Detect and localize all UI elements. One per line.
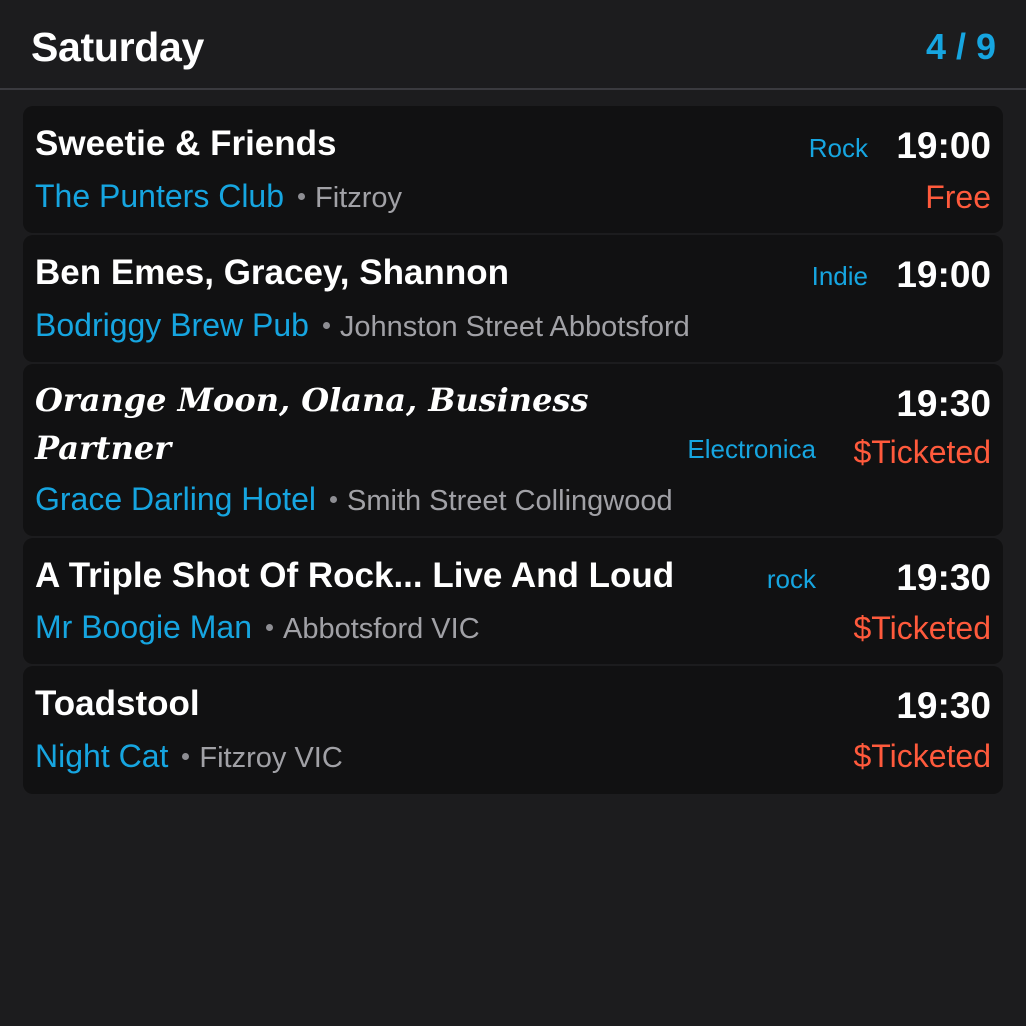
event-time: 19:30 xyxy=(896,383,991,424)
event-list: Sweetie & Friends Rock 19:00 The Punters… xyxy=(23,106,1003,796)
event-card[interactable]: Ben Emes, Gracey, Shannon Indie 19:00 Bo… xyxy=(23,235,1003,362)
event-card[interactable]: Orange Moon, Olana, Business Partner Ele… xyxy=(23,364,1003,536)
event-price: $Ticketed xyxy=(853,610,991,646)
event-price: Free xyxy=(925,179,991,215)
event-venue-line: Mr Boogie Man Abbotsford VIC xyxy=(35,607,480,649)
page-counter: 4 / 9 xyxy=(925,26,996,67)
event-time: 19:00 xyxy=(896,125,991,166)
event-card[interactable]: Sweetie & Friends Rock 19:00 The Punters… xyxy=(23,106,1003,233)
event-location: Abbotsford VIC xyxy=(282,613,480,645)
event-price: $Ticketed xyxy=(853,738,991,774)
event-venue[interactable]: Night Cat xyxy=(35,738,168,774)
event-genre: Indie xyxy=(811,261,868,291)
event-price: $Ticketed xyxy=(853,434,991,470)
event-act-title: Ben Emes, Gracey, Shannon xyxy=(35,253,509,292)
event-location: Smith Street Collingwood xyxy=(347,485,673,517)
event-venue-line: Night Cat Fitzroy VIC xyxy=(35,736,343,778)
event-act-title: Toadstool xyxy=(35,684,200,723)
event-genre: Electronica xyxy=(687,434,816,464)
event-act-title: Orange Moon, Olana, Business Partner xyxy=(35,381,589,467)
event-venue-line: Grace Darling Hotel Smith Street Collingw… xyxy=(35,479,673,521)
separator-dot-icon xyxy=(298,193,306,201)
event-time: 19:30 xyxy=(896,557,991,598)
event-act-title: Sweetie & Friends xyxy=(35,124,337,163)
separator-dot-icon xyxy=(182,753,190,761)
event-time: 19:30 xyxy=(896,685,991,726)
event-time: 19:00 xyxy=(896,254,991,295)
event-card[interactable]: Toadstool 19:30 Night Cat Fitzroy VIC $Ti… xyxy=(23,666,1003,794)
event-venue[interactable]: Mr Boogie Man xyxy=(35,609,252,645)
event-venue[interactable]: Grace Darling Hotel xyxy=(35,481,316,517)
event-venue-line: The Punters Club Fitzroy xyxy=(35,176,402,218)
event-venue-line: Bodriggy Brew Pub Johnston Street Abbotsf… xyxy=(35,305,690,347)
separator-dot-icon xyxy=(322,322,330,330)
event-act-title: A Triple Shot Of Rock... Live And Loud xyxy=(35,556,675,595)
event-location: Johnston Street Abbotsford xyxy=(339,311,690,343)
event-venue[interactable]: Bodriggy Brew Pub xyxy=(35,307,309,343)
event-venue[interactable]: The Punters Club xyxy=(35,178,284,214)
day-title: Saturday xyxy=(31,24,205,70)
event-location: Fitzroy xyxy=(315,182,403,214)
separator-dot-icon xyxy=(265,624,273,632)
separator-dot-icon xyxy=(330,496,337,504)
event-location: Fitzroy VIC xyxy=(199,742,343,774)
header-bar: Saturday 4 / 9 xyxy=(0,0,1026,90)
event-genre: Rock xyxy=(808,133,868,163)
event-card[interactable]: A Triple Shot Of Rock... Live And Loud r… xyxy=(23,538,1003,664)
event-genre: rock xyxy=(766,564,816,594)
